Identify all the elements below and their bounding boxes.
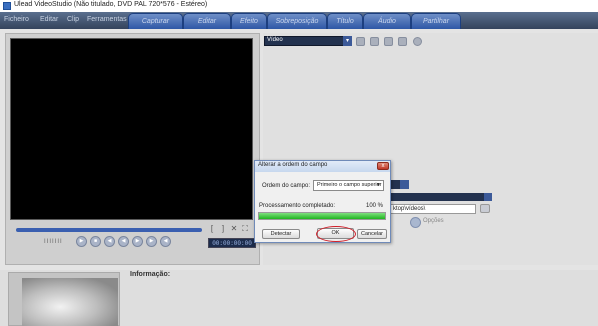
end-icon[interactable]: ▶ — [146, 236, 157, 247]
play-icon[interactable]: ▶ — [76, 236, 87, 247]
scrubber-track[interactable] — [16, 228, 202, 232]
menu-editar[interactable]: Editar — [40, 16, 58, 23]
progress-bar-fill — [259, 213, 385, 219]
home-icon[interactable]: ■ — [90, 236, 101, 247]
format-dropdown-arrow-icon[interactable] — [400, 180, 409, 189]
import-icon[interactable] — [356, 37, 365, 46]
video-dropdown-value: Vídeo — [267, 37, 283, 43]
progress-label: Processamento completado: — [259, 203, 336, 209]
timecode-display[interactable]: 00:00:00:00 — [208, 238, 256, 248]
menu-ferramentas[interactable]: Ferramentas — [87, 16, 127, 23]
app-icon — [3, 2, 11, 10]
close-button[interactable]: x — [377, 162, 389, 170]
volume-icon[interactable]: ◀ — [160, 236, 171, 247]
next-frame-icon[interactable]: ◀ — [118, 236, 129, 247]
thumbnail-image — [22, 278, 118, 326]
step-tab-editar[interactable]: Editar — [183, 13, 231, 29]
chevron-down-icon[interactable]: ▾ — [343, 36, 352, 46]
detect-button[interactable]: Detectar — [262, 229, 300, 239]
help-icon[interactable] — [413, 37, 422, 46]
options-label[interactable]: Opções — [423, 218, 444, 224]
previous-frame-icon[interactable]: ◀ — [104, 236, 115, 247]
info-label: Informação: — [130, 271, 171, 278]
step-tab-partilhar[interactable]: Partilhar — [411, 13, 461, 29]
shuttle-control[interactable]: IIIIIII — [44, 239, 63, 245]
ok-highlight-annotation — [316, 226, 356, 242]
menu-ficheiro[interactable]: Ficheiro — [4, 16, 29, 23]
template-dropdown-arrow-icon[interactable] — [484, 193, 492, 201]
progress-percent: 100 % — [366, 203, 384, 209]
output-path-field[interactable]: ktop\vídeos\ — [390, 204, 476, 214]
step-tab-audio[interactable]: Áudio — [363, 13, 411, 29]
expand-icon[interactable]: ⛶ — [241, 224, 249, 234]
menu-clip[interactable]: Clip — [67, 16, 79, 23]
mark-out-icon[interactable]: ] — [219, 224, 227, 234]
mark-in-icon[interactable]: [ — [208, 224, 216, 234]
step-tab-efeito[interactable]: Efeito — [231, 13, 267, 29]
folder-icon[interactable] — [370, 37, 379, 46]
library-icon[interactable] — [384, 37, 393, 46]
cancel-button[interactable]: Cancelar — [357, 229, 387, 239]
field-order-label: Ordem do campo: — [262, 183, 311, 189]
dialog-title: Alterar a ordem do campo — [258, 162, 328, 168]
window-title: Ulead VideoStudio (Não titulado, DVD PAL… — [14, 1, 208, 8]
step-tab-capturar[interactable]: Capturar — [128, 13, 183, 29]
step-tab-sobreposicao[interactable]: Sobreposição — [267, 13, 327, 29]
forward-icon[interactable]: ▶ — [132, 236, 143, 247]
preview-screen — [10, 38, 253, 220]
capture-icon[interactable] — [398, 37, 407, 46]
options-icon[interactable] — [410, 217, 421, 228]
cut-icon[interactable]: ✕ — [230, 224, 238, 234]
step-tab-titulo[interactable]: Título — [327, 13, 363, 29]
chevron-down-icon[interactable]: ▼ — [374, 181, 383, 190]
browse-folder-icon[interactable] — [480, 204, 490, 213]
